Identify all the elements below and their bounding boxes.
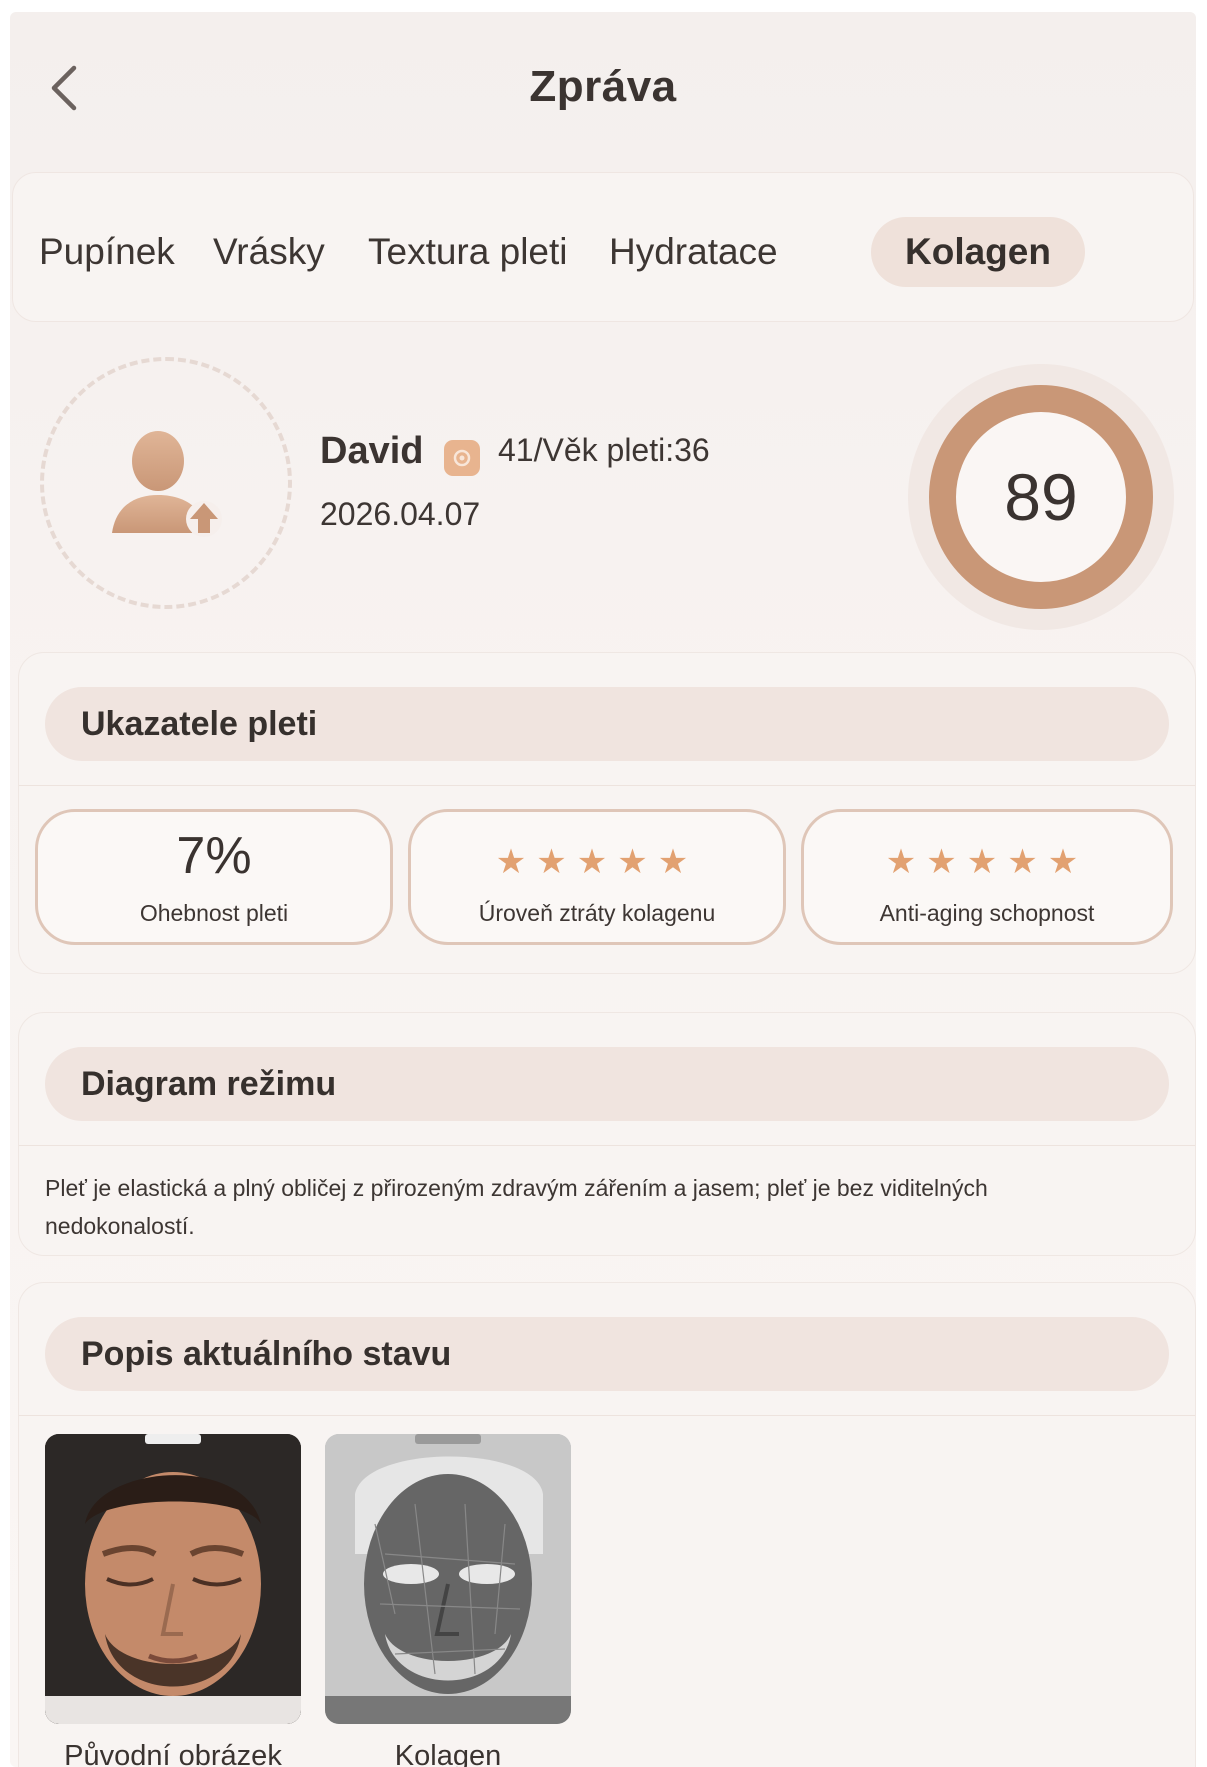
metric-anti-aging: ★★★★★ Anti-aging schopnost: [801, 809, 1173, 945]
tab-textura-pleti[interactable]: Textura pleti: [368, 217, 568, 287]
face-photo: [45, 1434, 301, 1724]
score-gauge: 89: [908, 364, 1174, 630]
skin-indicators-card: Ukazatele pleti 7% Ohebnost pleti ★★★★★ …: [18, 652, 1196, 974]
divider: [19, 1145, 1195, 1146]
score-value: 89: [1004, 460, 1078, 534]
app-screen: Zpráva Pupínek Vrásky Textura pleti Hydr…: [10, 12, 1196, 1767]
metric-label: Ohebnost pleti: [139, 900, 289, 926]
diagram-header: Diagram režimu: [45, 1047, 1169, 1121]
score-ring: 89: [929, 385, 1153, 609]
collagen-face-scan: [325, 1434, 571, 1724]
divider: [19, 1415, 1195, 1416]
report-date: 2026.04.07: [320, 496, 481, 532]
category-tabs: Pupínek Vrásky Textura pleti Hydratace K…: [12, 172, 1194, 322]
metric-label: Úroveň ztráty kolagenu: [478, 900, 716, 926]
metric-label: Anti-aging schopnost: [879, 900, 1095, 926]
metric-collagen-loss: ★★★★★ Úroveň ztráty kolagenu: [408, 809, 786, 945]
status-header: Popis aktuálního stavu: [45, 1317, 1169, 1391]
metric-value: 7%: [176, 827, 252, 885]
skin-indicators-title: Ukazatele pleti: [81, 705, 318, 743]
age-and-skin-age: 41/Věk pleti:36: [498, 432, 710, 468]
tab-vrasky[interactable]: Vrásky: [213, 217, 325, 287]
user-upload-icon: [112, 431, 222, 537]
star-icon: ★★★★★: [495, 843, 699, 881]
star-icon: ★★★★★: [885, 843, 1089, 881]
metric-elasticity: 7% Ohebnost pleti: [35, 809, 393, 945]
tab-pupinek[interactable]: Pupínek: [39, 217, 175, 287]
page-title: Zpráva: [529, 62, 677, 111]
avatar[interactable]: [40, 357, 292, 609]
tab-hydratace[interactable]: Hydratace: [609, 217, 778, 287]
tab-kolagen[interactable]: Kolagen: [871, 217, 1085, 287]
divider: [19, 785, 1195, 786]
collagen-image-thumbnail[interactable]: [325, 1434, 571, 1724]
diagram-card: Diagram režimu Pleť je elastická a plný …: [18, 1012, 1196, 1256]
original-image-thumbnail[interactable]: [45, 1434, 301, 1724]
original-image-label: Původní obrázek: [64, 1740, 282, 1767]
gender-icon: [444, 440, 480, 476]
user-name: David: [320, 430, 424, 472]
collagen-image-label: Kolagen: [394, 1740, 502, 1767]
diagram-description: Pleť je elastická a plný obličej z přiro…: [45, 1175, 988, 1239]
diagram-title: Diagram režimu: [81, 1065, 337, 1103]
status-title: Popis aktuálního stavu: [81, 1335, 452, 1373]
skin-indicators-header: Ukazatele pleti: [45, 687, 1169, 761]
